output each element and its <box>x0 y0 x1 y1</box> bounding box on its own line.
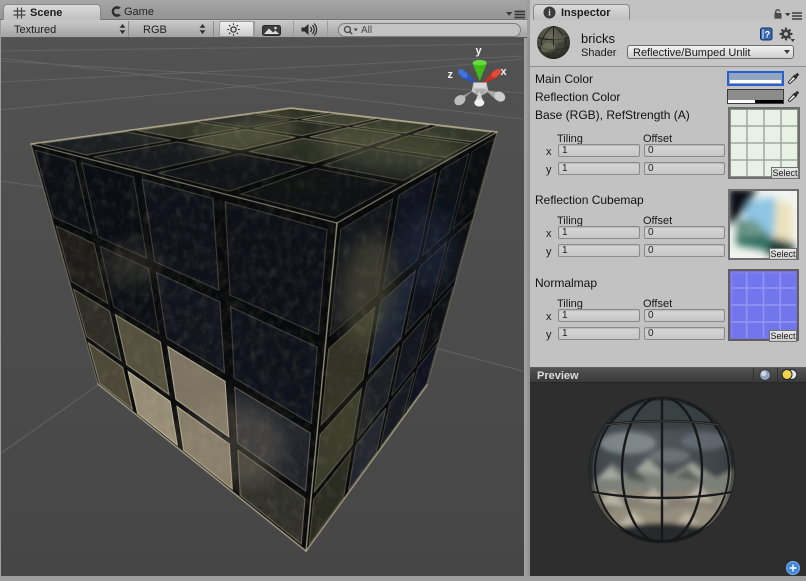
svg-text:?: ? <box>765 30 771 40</box>
svg-text:x: x <box>501 66 508 78</box>
svg-text:z: z <box>448 69 454 81</box>
svg-text:y: y <box>476 45 483 57</box>
